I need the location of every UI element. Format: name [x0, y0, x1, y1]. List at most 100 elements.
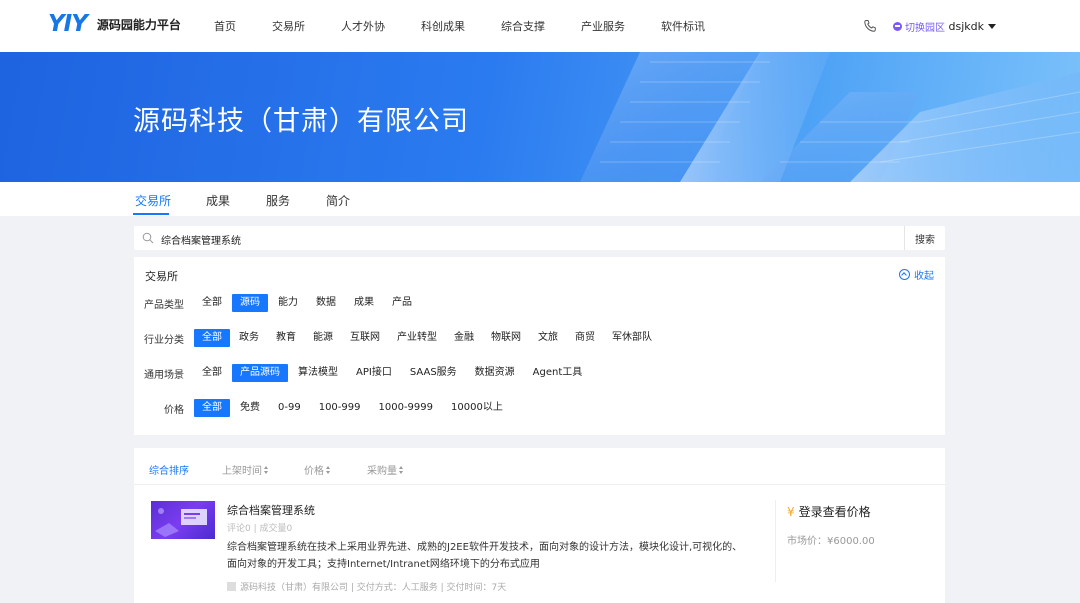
nav-item[interactable]: 交易所: [272, 18, 305, 34]
filter-option[interactable]: 全部: [194, 329, 230, 347]
product-title[interactable]: 综合档案管理系统: [227, 502, 315, 518]
filter-label: 价格: [164, 404, 184, 416]
nav-item[interactable]: 产业服务: [581, 18, 625, 34]
filter-panel-title: 交易所: [145, 270, 178, 283]
nav-item[interactable]: 软件标讯: [661, 18, 705, 34]
filter-option[interactable]: Agent工具: [525, 364, 591, 382]
sort-bar: 综合排序 上架时间 价格 采购量: [134, 448, 945, 485]
filter-option[interactable]: 产品: [384, 294, 420, 312]
product-description: 综合档案管理系统在技术上采用业界先进、成熟的J2EE软件开发技术，面向对象的设计…: [227, 542, 743, 570]
nav-item[interactable]: 综合支撑: [501, 18, 545, 34]
nav-item[interactable]: 科创成果: [421, 18, 465, 34]
filter-option[interactable]: 物联网: [483, 329, 529, 347]
filter-option[interactable]: API接口: [348, 364, 400, 382]
filter-option[interactable]: 产品源码: [232, 364, 288, 382]
tab-exchange[interactable]: 交易所: [135, 192, 171, 209]
filter-option[interactable]: 100-999: [311, 399, 369, 417]
filter-label: 行业分类: [144, 334, 184, 346]
filter-option[interactable]: 商贸: [567, 329, 603, 347]
search-bar: 综合档案管理系统 搜索: [134, 226, 945, 250]
switch-icon: [893, 21, 902, 31]
search-icon: [142, 232, 154, 244]
sort-option[interactable]: 综合排序: [149, 462, 189, 477]
filter-option[interactable]: 1000-9999: [371, 399, 442, 417]
sort-arrows-icon: [399, 465, 404, 474]
logo-mark: YIY: [48, 11, 88, 37]
search-button[interactable]: 搜索: [904, 226, 945, 250]
filter-panel: 交易所 收起 产品类型 全部 源码 能力 数据 成果 产品 行业分类 全部 政务 教育 能源 互联网 产业…: [134, 257, 945, 435]
top-header: YIY 源码园能力平台 首页 交易所 人才外协 科创成果 综合支撑 产业服务 软件标讯 切换…: [0, 0, 1080, 52]
logo[interactable]: YIY 源码园能力平台: [48, 11, 181, 37]
sort-label: 综合排序: [149, 466, 189, 477]
header-actions: 切换园区: [863, 0, 945, 52]
tab-services[interactable]: 服务: [266, 192, 290, 209]
search-input[interactable]: 综合档案管理系统: [161, 232, 241, 247]
filter-option[interactable]: 能力: [270, 294, 306, 312]
filter-option[interactable]: 全部: [194, 399, 230, 417]
filter-option[interactable]: 互联网: [342, 329, 388, 347]
filter-label: 产品类型: [144, 299, 184, 311]
nav-item[interactable]: 首页: [214, 18, 236, 34]
filter-label: 通用场景: [144, 369, 184, 381]
logo-text: 源码园能力平台: [96, 17, 181, 32]
filter-option[interactable]: 文旅: [530, 329, 566, 347]
market-price: 市场价：¥6000.00: [787, 536, 875, 547]
username: dsjkdk: [948, 19, 985, 33]
filter-option[interactable]: 教育: [268, 329, 304, 347]
product-footer-text: 源码科技（甘肃）有限公司 | 交付方式：人工服务 | 交付时间：7天: [240, 583, 507, 593]
filter-row: 通用场景 全部 产品源码 算法模型 API接口 SAAS服务 数据资源 Agent工具: [134, 364, 592, 382]
login-for-price[interactable]: ¥ 登录查看价格: [787, 503, 871, 520]
tab-achievements[interactable]: 成果: [206, 192, 230, 209]
collapse-button[interactable]: 收起: [899, 267, 934, 282]
sort-arrows-icon: [326, 465, 331, 474]
tab-intro[interactable]: 简介: [326, 192, 350, 209]
login-price-label: 登录查看价格: [798, 505, 871, 519]
user-menu[interactable]: dsjkdk: [948, 0, 996, 52]
switch-park-button[interactable]: 切换园区: [893, 19, 945, 34]
sort-label: 上架时间: [222, 466, 262, 477]
phone-icon[interactable]: [863, 19, 877, 33]
filter-option[interactable]: SAAS服务: [402, 364, 465, 382]
filter-option[interactable]: 算法模型: [290, 364, 346, 382]
filter-option[interactable]: 全部: [194, 364, 230, 382]
filter-option[interactable]: 产业转型: [389, 329, 445, 347]
sort-arrows-icon: [264, 465, 269, 474]
filter-option[interactable]: 免费: [232, 399, 268, 417]
sort-option[interactable]: 采购量: [367, 462, 404, 477]
active-tab-indicator: [133, 213, 169, 215]
filter-option[interactable]: 0-99: [270, 399, 309, 417]
nav-item[interactable]: 人才外协: [341, 18, 385, 34]
product-footer: 源码科技（甘肃）有限公司 | 交付方式：人工服务 | 交付时间：7天: [227, 580, 506, 593]
filter-option[interactable]: 政务: [231, 329, 267, 347]
product-thumbnail[interactable]: [151, 501, 215, 539]
filter-option[interactable]: 源码: [232, 294, 268, 312]
company-icon: [227, 582, 236, 591]
sort-label: 采购量: [367, 466, 397, 477]
filter-option[interactable]: 军休部队: [604, 329, 660, 347]
filter-option[interactable]: 数据: [308, 294, 344, 312]
filter-option[interactable]: 能源: [305, 329, 341, 347]
filter-option[interactable]: 全部: [194, 294, 230, 312]
switch-label: 切换园区: [905, 22, 945, 34]
yen-icon: ¥: [787, 504, 795, 519]
filter-row: 价格 全部 免费 0-99 100-999 1000-9999 10000以上: [134, 399, 513, 417]
filter-row: 产品类型 全部 源码 能力 数据 成果 产品: [134, 294, 422, 312]
chevron-up-icon: [899, 269, 910, 280]
filter-option[interactable]: 10000以上: [443, 399, 511, 417]
divider: [775, 500, 776, 582]
main-nav: 首页 交易所 人才外协 科创成果 综合支撑 产业服务 软件标讯: [196, 0, 723, 52]
company-tabs: 交易所 成果 服务 简介: [0, 182, 1080, 216]
sort-label: 价格: [304, 466, 324, 477]
filter-option[interactable]: 金融: [446, 329, 482, 347]
filter-option[interactable]: 数据资源: [467, 364, 523, 382]
product-meta: 评论0 | 成交量0: [227, 524, 293, 534]
company-name: 源码科技（甘肃）有限公司: [133, 106, 469, 137]
company-banner: 源码科技（甘肃）有限公司: [0, 52, 1080, 182]
sort-option[interactable]: 价格: [304, 462, 331, 477]
results-panel: 综合排序 上架时间 价格 采购量 综合档案管理系统 评论0 | 成交量0 综合档案管理…: [134, 448, 945, 603]
caret-down-icon: [988, 23, 996, 29]
collapse-label: 收起: [914, 271, 934, 282]
filter-option[interactable]: 成果: [346, 294, 382, 312]
filter-row: 行业分类 全部 政务 教育 能源 互联网 产业转型 金融 物联网 文旅 商贸 军休部队: [134, 329, 661, 347]
sort-option[interactable]: 上架时间: [222, 462, 269, 477]
